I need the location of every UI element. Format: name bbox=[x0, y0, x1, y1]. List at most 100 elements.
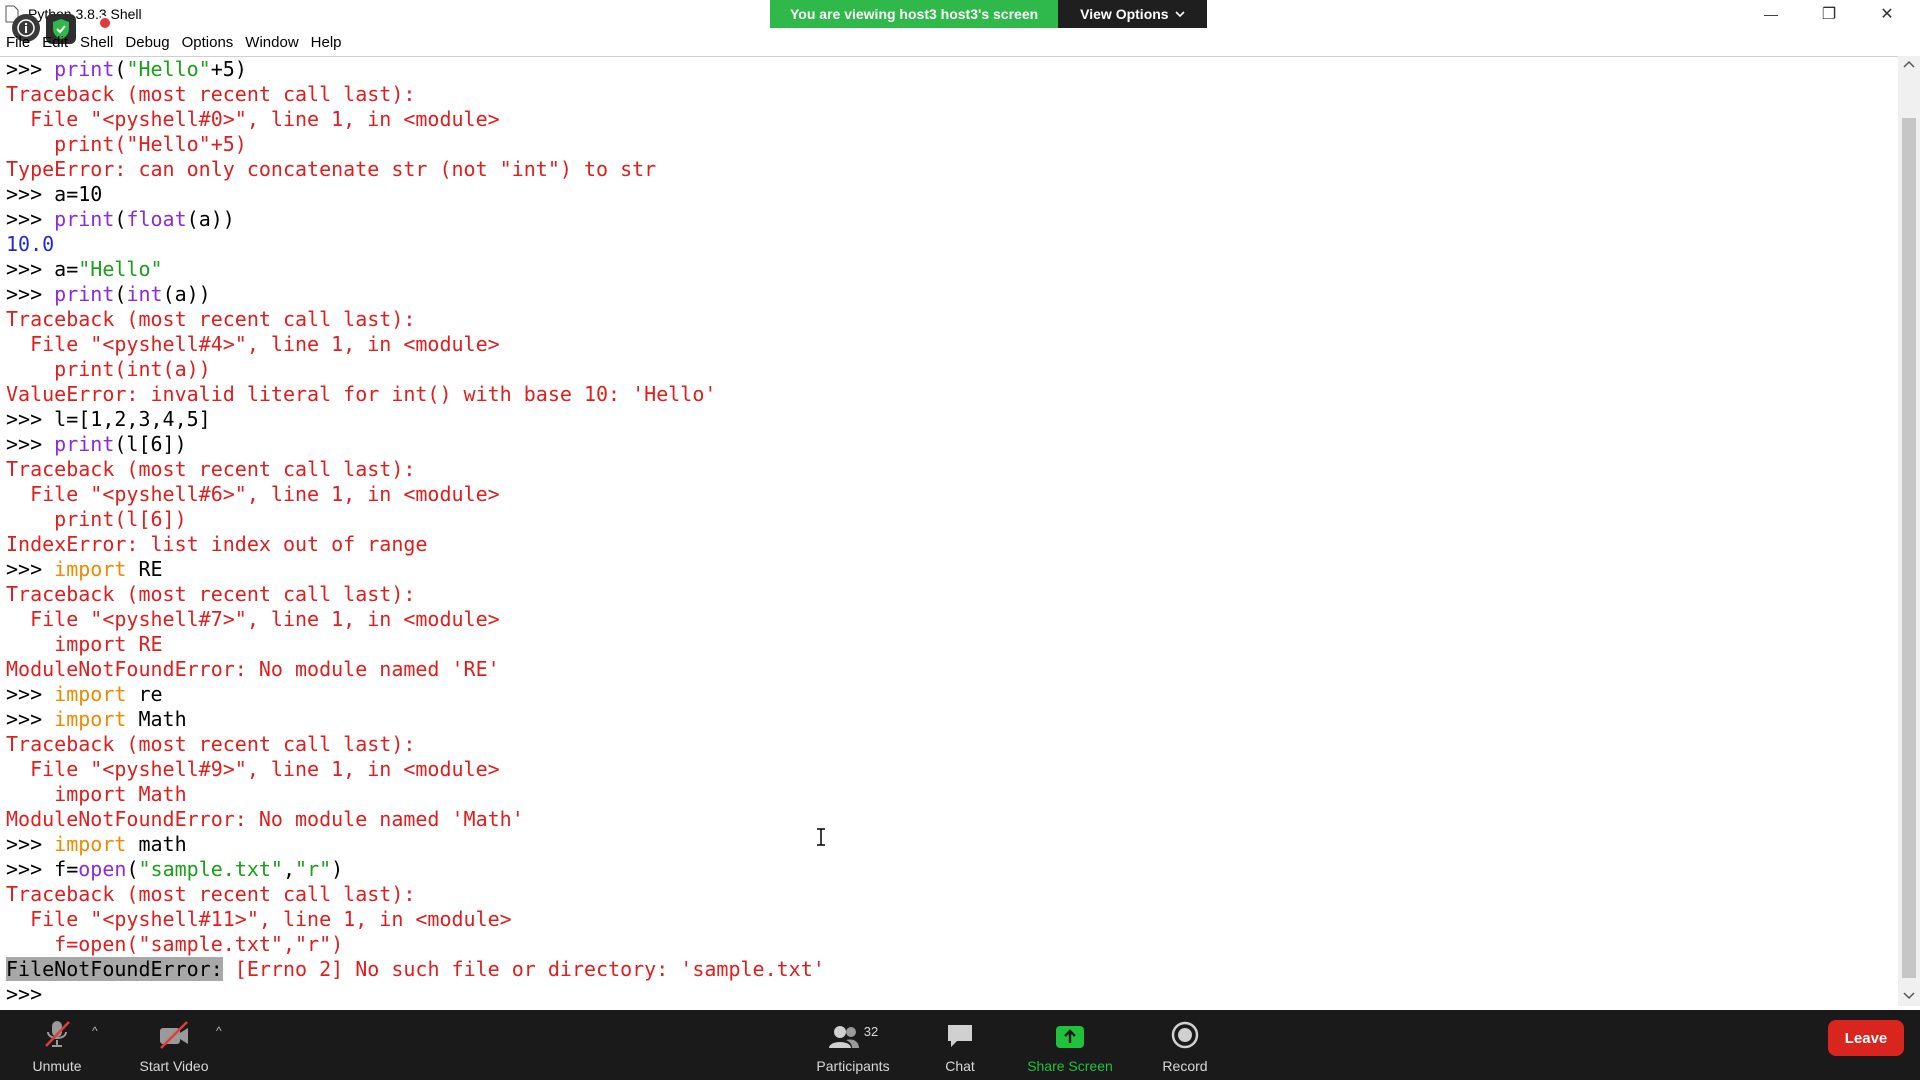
shell-line: FileNotFoundError: [Errno 2] No such fil… bbox=[0, 957, 1898, 982]
shell-text-segment: print bbox=[54, 282, 115, 306]
scrollbar-thumb[interactable] bbox=[1902, 118, 1916, 978]
screen-share-banner: You are viewing host3 host3's screen Vie… bbox=[770, 0, 1207, 28]
shell-text-segment: int bbox=[126, 282, 163, 306]
shell-text-segment: Traceback (most recent call last): bbox=[6, 582, 416, 606]
menu-options[interactable]: Options bbox=[176, 34, 240, 51]
menu-debug[interactable]: Debug bbox=[119, 34, 175, 51]
shell-text-segment: >>> bbox=[6, 182, 55, 206]
menu-shell[interactable]: Shell bbox=[74, 34, 119, 51]
zoom-toolbar: Unmute ^ Start Video ^ 32 Participants C… bbox=[0, 1010, 1920, 1080]
shell-text-segment: re bbox=[126, 682, 163, 706]
record-icon bbox=[1171, 1021, 1199, 1049]
shell-text-segment: ) bbox=[331, 857, 344, 881]
scroll-up-icon[interactable] bbox=[1903, 60, 1915, 68]
shell-text-segment: (a)) bbox=[162, 282, 211, 306]
shell-text-segment: FileNotFoundError: bbox=[6, 957, 223, 981]
record-button[interactable]: Record bbox=[1152, 1010, 1218, 1080]
shell-line: >>> print(float(a)) bbox=[0, 207, 1898, 232]
shell-line: >>> bbox=[0, 982, 1898, 1007]
shell-text-segment: print(int(a)) bbox=[6, 357, 211, 381]
close-button[interactable]: ✕ bbox=[1858, 0, 1916, 28]
participants-button[interactable]: 32 Participants bbox=[808, 1010, 898, 1080]
shell-text-segment: import Math bbox=[6, 782, 187, 806]
shell-text-segment: "r" bbox=[295, 857, 332, 881]
shell-line: print(l[6]) bbox=[0, 507, 1898, 532]
shell-text-segment: TypeError: can only concatenate str (not… bbox=[6, 157, 657, 181]
shell-text-segment: (a)) bbox=[186, 207, 235, 231]
shell-text-segment: ( bbox=[126, 857, 139, 881]
menu-file[interactable]: File bbox=[0, 34, 36, 51]
shell-text-segment: float bbox=[126, 207, 187, 231]
shell-line: f=open("sample.txt","r") bbox=[0, 932, 1898, 957]
shell-line: Traceback (most recent call last): bbox=[0, 307, 1898, 332]
menu-edit[interactable]: Edit bbox=[36, 34, 74, 51]
shell-text-segment: "Hello" bbox=[126, 57, 211, 81]
video-options-chevron-icon[interactable]: ^ bbox=[216, 1024, 222, 1038]
shell-line: 10.0 bbox=[0, 232, 1898, 257]
shell-line: TypeError: can only concatenate str (not… bbox=[0, 157, 1898, 182]
shell-text-segment: print bbox=[54, 207, 115, 231]
shell-line: >>> a=10 bbox=[0, 182, 1898, 207]
share-screen-button[interactable]: Share Screen bbox=[1020, 1010, 1120, 1080]
shell-text-segment: ( bbox=[114, 57, 127, 81]
view-options-button[interactable]: View Options bbox=[1058, 0, 1207, 28]
shell-line: >>> import re bbox=[0, 682, 1898, 707]
video-off-icon bbox=[160, 1021, 188, 1049]
shell-text-segment: >>> bbox=[6, 282, 55, 306]
shell-text-segment: import bbox=[54, 557, 127, 581]
shell-line: ModuleNotFoundError: No module named 'Ma… bbox=[0, 807, 1898, 832]
shell-text-segment: 10.0 bbox=[6, 232, 55, 256]
shell-text-segment: "Hello" bbox=[78, 257, 163, 281]
share-screen-arrow-icon bbox=[1056, 1026, 1084, 1048]
shell-text-segment: >>> bbox=[6, 982, 55, 1006]
shell-text-segment: >>> bbox=[6, 707, 55, 731]
shell-text-segment: math bbox=[126, 832, 187, 856]
shell-text-segment: >>> bbox=[6, 207, 55, 231]
leave-meeting-button[interactable]: Leave bbox=[1828, 1020, 1904, 1056]
close-icon: ✕ bbox=[1880, 6, 1894, 23]
minimize-button[interactable]: — bbox=[1742, 0, 1800, 28]
shell-text-segment: >>> bbox=[6, 432, 55, 456]
shell-text-segment: a= bbox=[54, 257, 79, 281]
shell-text-segment: Math bbox=[126, 707, 187, 731]
participants-label: Participants bbox=[816, 1058, 890, 1074]
audio-options-chevron-icon[interactable]: ^ bbox=[92, 1024, 98, 1038]
shell-text-segment: IndexError: list index out of range bbox=[6, 532, 428, 556]
shell-text-segment: File "<pyshell#7>", line 1, in <module> bbox=[6, 607, 500, 631]
shell-text-segment: ModuleNotFoundError: No module named 'RE… bbox=[6, 657, 500, 681]
shell-text-segment: import bbox=[54, 832, 127, 856]
shell-line: Traceback (most recent call last): bbox=[0, 457, 1898, 482]
shell-text-segment: >>> bbox=[6, 682, 55, 706]
vertical-scrollbar[interactable] bbox=[1898, 56, 1920, 1006]
shell-text-segment: [Errno 2] No such file or directory: 'sa… bbox=[222, 957, 825, 981]
shell-line: File "<pyshell#11>", line 1, in <module> bbox=[0, 907, 1898, 932]
shell-text-segment: File "<pyshell#11>", line 1, in <module> bbox=[6, 907, 512, 931]
shell-line: Traceback (most recent call last): bbox=[0, 82, 1898, 107]
start-video-button[interactable]: Start Video bbox=[134, 1010, 214, 1080]
shell-line: >>> print("Hello"+5) bbox=[0, 57, 1898, 82]
unmute-button[interactable]: Unmute bbox=[24, 1010, 90, 1080]
chat-button[interactable]: Chat bbox=[930, 1010, 990, 1080]
unmute-label: Unmute bbox=[32, 1058, 82, 1074]
participants-icon bbox=[828, 1026, 859, 1048]
shell-text-segment: Traceback (most recent call last): bbox=[6, 82, 416, 106]
restore-button[interactable]: ❐ bbox=[1800, 0, 1858, 28]
shell-text-area[interactable]: >>> print("Hello"+5) Traceback (most rece… bbox=[0, 56, 1898, 1007]
shell-text-segment: File "<pyshell#9>", line 1, in <module> bbox=[6, 757, 500, 781]
scroll-down-icon[interactable] bbox=[1903, 992, 1915, 1000]
shell-line: print(int(a)) bbox=[0, 357, 1898, 382]
shell-line: Traceback (most recent call last): bbox=[0, 732, 1898, 757]
shell-text-segment: , bbox=[282, 857, 296, 881]
viewing-screen-text: You are viewing host3 host3's screen bbox=[770, 0, 1059, 28]
shell-text-segment: >>> bbox=[6, 857, 55, 881]
record-label: Record bbox=[1162, 1058, 1208, 1074]
shell-text-segment: (l[6]) bbox=[114, 432, 187, 456]
shell-text-segment: >>> bbox=[6, 257, 55, 281]
menu-help[interactable]: Help bbox=[305, 34, 348, 51]
shell-text-segment: print bbox=[54, 57, 115, 81]
shell-text-segment: "sample.txt" bbox=[138, 857, 283, 881]
shell-text-segment: print(l[6]) bbox=[6, 507, 187, 531]
menu-window[interactable]: Window bbox=[239, 34, 304, 51]
shell-line: >>> import RE bbox=[0, 557, 1898, 582]
menu-bar: File Edit Shell Debug Options Window Hel… bbox=[0, 30, 1920, 54]
